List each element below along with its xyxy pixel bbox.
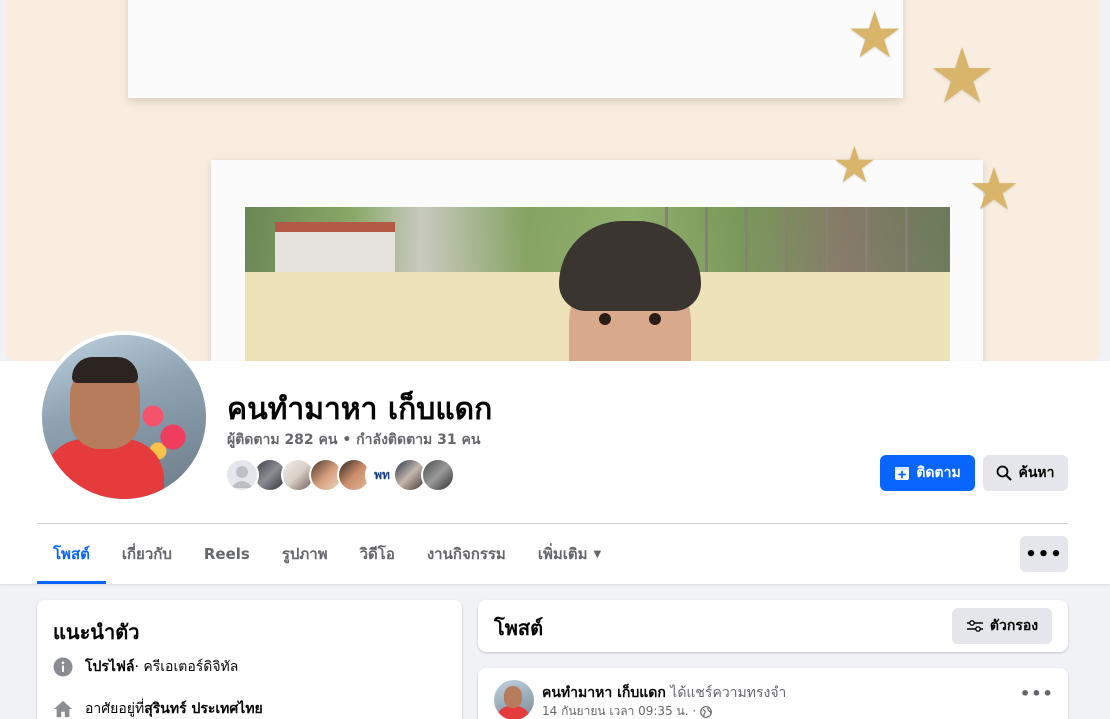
- tab-videos[interactable]: วิดีโอ: [344, 524, 411, 584]
- star-icon: ★: [968, 155, 1020, 223]
- tab-photos[interactable]: รูปภาพ: [266, 524, 344, 584]
- follow-button[interactable]: ติดตาม: [880, 455, 975, 491]
- follower-avatars[interactable]: พท: [225, 458, 455, 492]
- follow-icon: [895, 467, 910, 480]
- home-icon: [53, 699, 73, 719]
- search-label: ค้นหา: [1018, 465, 1055, 481]
- follow-label: ติดตาม: [916, 465, 961, 481]
- posts-header-card: โพสต์ ตัวกรอง: [478, 600, 1068, 652]
- search-button[interactable]: ค้นหา: [983, 455, 1068, 491]
- post-author-name[interactable]: คนทำมาหา เก็บแดก: [542, 685, 666, 701]
- follower-avatar[interactable]: [421, 458, 455, 492]
- intro-profile-value: · ครีเอเตอร์ดิจิทัล: [134, 659, 239, 675]
- cover-frame-top: [128, 0, 903, 98]
- tab-more[interactable]: เพิ่มเติม ▼: [522, 524, 617, 584]
- globe-icon: [700, 705, 713, 718]
- profile-avatar[interactable]: [38, 331, 210, 503]
- posts-title: โพสต์: [494, 616, 544, 640]
- intro-card: แนะนำตัว โปรไฟล์ · ครีเอเตอร์ดิจิทัล อาศ…: [37, 600, 462, 719]
- cover-photo[interactable]: ★ ★ ★ ★: [6, 0, 1100, 361]
- info-icon: [53, 657, 73, 677]
- filter-label: ตัวกรอง: [989, 618, 1039, 634]
- follower-avatar[interactable]: [225, 458, 259, 492]
- filter-icon: [966, 620, 983, 632]
- intro-profile-row: โปรไฟล์ · ครีเอเตอร์ดิจิทัล: [53, 656, 238, 678]
- post-more-button[interactable]: •••: [1020, 684, 1053, 708]
- intro-title: แนะนำตัว: [53, 620, 140, 644]
- tab-about[interactable]: เกี่ยวกับ: [106, 524, 188, 584]
- post-action-text: ได้แชร์ความทรงจำ: [665, 685, 787, 701]
- tab-reels[interactable]: Reels: [188, 524, 266, 584]
- star-icon: ★: [928, 31, 997, 120]
- followers-count[interactable]: ผู้ติดตาม 282 คน • กำลังติดตาม 31 คน: [227, 429, 480, 451]
- intro-lives-prefix: อาศัยอยู่ที่: [85, 701, 145, 717]
- intro-lives-value[interactable]: สุรินทร์ ประเทศไทย: [144, 698, 263, 719]
- post-card: คนทำมาหา เก็บแดก ได้แชร์ความทรงจำ 14 กัน…: [478, 668, 1068, 719]
- cover-inner-photo: [245, 207, 950, 361]
- filter-button[interactable]: ตัวกรอง: [952, 608, 1052, 644]
- star-icon: ★: [832, 136, 877, 194]
- tab-events[interactable]: งานกิจกรรม: [411, 524, 522, 584]
- more-options-button[interactable]: •••: [1020, 536, 1068, 572]
- post-timestamp[interactable]: 14 กันยายน เวลา 09:35 น. ·: [542, 702, 696, 719]
- star-icon: ★: [846, 0, 904, 73]
- profile-tabs: โพสต์ เกี่ยวกับ Reels รูปภาพ วิดีโอ งานก…: [37, 524, 617, 584]
- post-meta: 14 กันยายน เวลา 09:35 น. ·: [542, 702, 713, 719]
- profile-name: คนทำมาหา เก็บแดก: [227, 392, 493, 427]
- chevron-down-icon: ▼: [593, 548, 602, 560]
- intro-profile-label: โปรไฟล์: [85, 659, 135, 675]
- search-icon: [997, 465, 1012, 481]
- post-author-line: คนทำมาหา เก็บแดก ได้แชร์ความทรงจำ: [542, 682, 786, 704]
- intro-lives-row: อาศัยอยู่ที่ สุรินทร์ ประเทศไทย: [53, 698, 263, 719]
- post-author-avatar[interactable]: [494, 680, 534, 719]
- tab-posts[interactable]: โพสต์: [37, 524, 106, 584]
